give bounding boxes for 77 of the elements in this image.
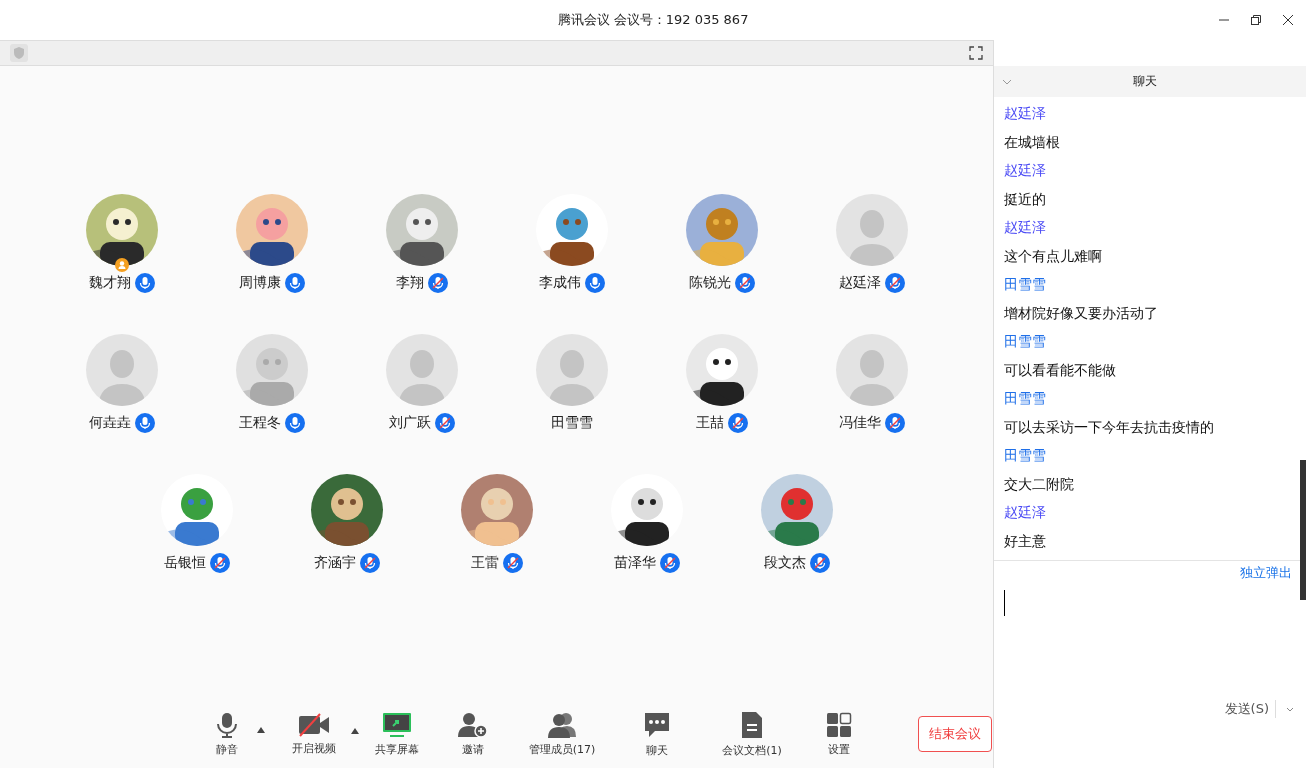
microphone-icon[interactable] xyxy=(134,273,155,293)
toolbar-button[interactable]: 开启视频 xyxy=(278,708,350,760)
close-icon[interactable] xyxy=(1282,14,1294,26)
participant-name: 何垚垚 xyxy=(88,414,131,432)
participant-name: 周博康 xyxy=(238,274,281,292)
participant-name: 陈锐光 xyxy=(688,274,731,292)
microphone-muted-icon[interactable] xyxy=(734,273,755,293)
message-text: 好主意 xyxy=(1004,531,1047,551)
people-icon xyxy=(546,711,578,738)
microphone-muted-icon[interactable] xyxy=(209,553,230,573)
participant-name: 齐涵宇 xyxy=(313,554,356,572)
microphone-muted-icon[interactable] xyxy=(884,273,905,293)
participant-name: 冯佳华 xyxy=(838,414,881,432)
scrollbar[interactable] xyxy=(1300,460,1306,600)
participant-name: 王喆 xyxy=(695,414,724,432)
microphone-icon xyxy=(215,711,239,738)
participant-name: 田雪雪 xyxy=(550,414,593,432)
microphone-muted-icon[interactable] xyxy=(359,553,380,573)
chat-bubble-icon xyxy=(643,710,671,739)
toolbar-button[interactable]: 静音 xyxy=(198,707,256,761)
caret-icon[interactable] xyxy=(350,726,360,735)
send-button[interactable]: 发送(S) xyxy=(1218,700,1276,718)
fullscreen-icon[interactable] xyxy=(969,46,983,60)
message-text: 可以去采访一下今年去抗击疫情的 xyxy=(1004,417,1215,437)
end-meeting-button[interactable]: 结束会议 xyxy=(918,716,992,752)
sender-name: 赵廷泽 xyxy=(1004,104,1047,123)
microphone-muted-icon[interactable] xyxy=(502,553,523,573)
window-title: 腾讯会议 会议号：192 035 867 xyxy=(557,11,749,29)
microphone-muted-icon[interactable] xyxy=(427,273,448,293)
document-icon xyxy=(740,710,764,739)
sender-name: 田雪雪 xyxy=(1004,389,1047,408)
message-text: 这个有点儿难啊 xyxy=(1004,246,1103,266)
participant-name: 刘广跃 xyxy=(388,414,431,432)
caret-icon[interactable] xyxy=(256,725,266,734)
sender-name: 田雪雪 xyxy=(1004,446,1047,465)
restore-icon[interactable] xyxy=(1250,14,1262,26)
participant-name: 赵廷泽 xyxy=(838,274,881,292)
chat-title: 聊天 xyxy=(1132,73,1158,90)
microphone-muted-icon[interactable] xyxy=(659,553,680,573)
participant-name: 魏才翔 xyxy=(88,274,131,292)
microphone-muted-icon[interactable] xyxy=(727,413,748,433)
sender-name: 田雪雪 xyxy=(1004,275,1047,294)
participant-name: 苗泽华 xyxy=(613,554,656,572)
participant-name: 段文杰 xyxy=(763,554,806,572)
participant-name: 王程冬 xyxy=(238,414,281,432)
message-text: 在城墙根 xyxy=(1004,132,1061,152)
participant-name: 王雷 xyxy=(470,554,499,572)
add-person-icon xyxy=(457,711,489,738)
sender-name: 赵廷泽 xyxy=(1004,503,1047,522)
message-text: 可以看看能不能做 xyxy=(1004,360,1117,380)
sender-name: 赵廷泽 xyxy=(1004,161,1047,180)
video-off-icon xyxy=(298,712,330,737)
toolbar-button[interactable]: 管理成员(17) xyxy=(522,707,602,761)
message-text: 增材院好像又要办活动了 xyxy=(1004,303,1159,323)
toolbar-button[interactable]: 会议文档(1) xyxy=(712,706,792,762)
toolbar-button[interactable]: 聊天 xyxy=(628,706,686,762)
microphone-muted-icon[interactable] xyxy=(434,413,455,433)
chevron-down-icon[interactable] xyxy=(1002,78,1012,85)
message-text: 挺近的 xyxy=(1004,189,1047,209)
microphone-icon[interactable] xyxy=(284,413,305,433)
microphone-icon[interactable] xyxy=(134,413,155,433)
microphone-muted-icon[interactable] xyxy=(809,553,830,573)
microphone-muted-icon[interactable] xyxy=(884,413,905,433)
participant-name: 李翔 xyxy=(395,274,424,292)
toolbar-button[interactable]: 共享屏幕 xyxy=(368,707,426,761)
toolbar-button[interactable]: 邀请 xyxy=(444,707,502,761)
participant-name: 岳银恒 xyxy=(163,554,206,572)
toolbar-button[interactable]: 设置 xyxy=(810,707,868,761)
sender-name: 田雪雪 xyxy=(1004,332,1047,351)
popout-link[interactable]: 独立弹出 xyxy=(1240,564,1292,582)
microphone-icon[interactable] xyxy=(284,273,305,293)
participant-name: 李成伟 xyxy=(538,274,581,292)
microphone-icon[interactable] xyxy=(584,273,605,293)
sender-name: 赵廷泽 xyxy=(1004,218,1047,237)
grid-icon xyxy=(826,711,852,738)
message-text: 交大二附院 xyxy=(1004,474,1075,494)
share-screen-icon xyxy=(381,711,413,738)
